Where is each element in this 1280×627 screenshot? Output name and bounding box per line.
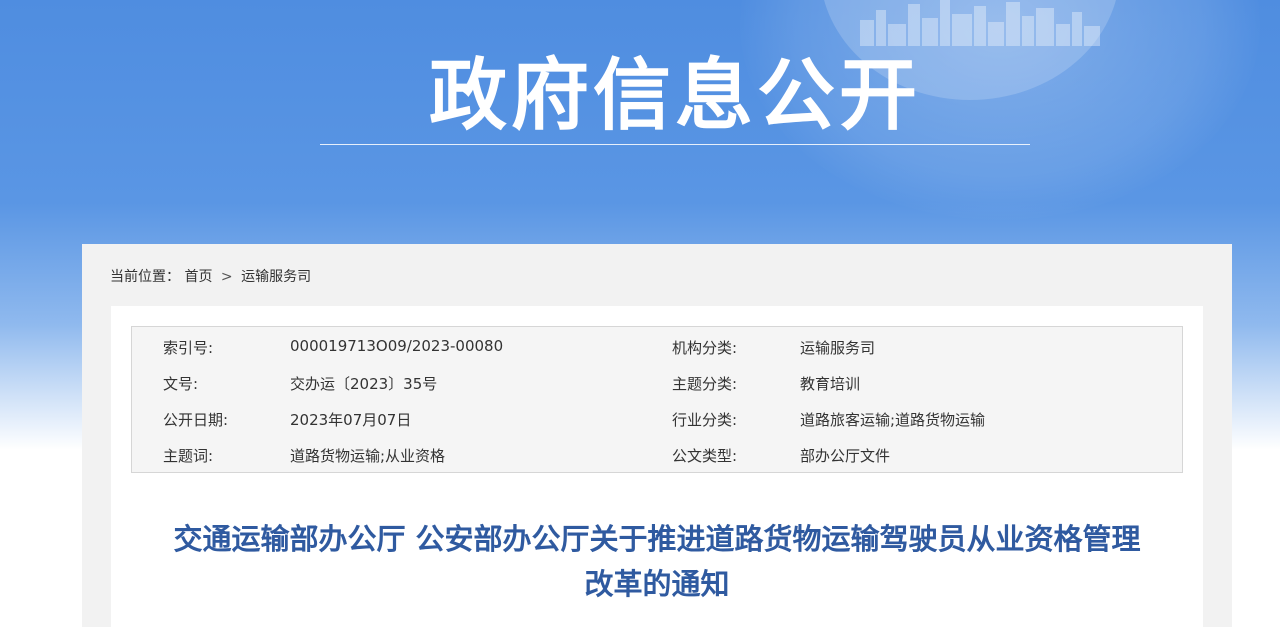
meta-label-index: 索引号: — [163, 339, 214, 357]
banner-title: 政府信息公开 — [428, 51, 921, 141]
document-title-line1: 交通运输部办公厅 公安部办公厅关于推进道路货物运输驾驶员从业资格管理 — [173, 522, 1141, 556]
meta-label-doc-number: 文号: — [163, 375, 199, 393]
meta-value-publish-date: 2023年07月07日 — [290, 411, 412, 429]
document-title-line2: 改革的通知 — [584, 567, 730, 601]
meta-value-agency: 运输服务司 — [800, 339, 876, 357]
meta-value-industry: 道路旅客运输;道路货物运输 — [800, 411, 986, 429]
meta-value-topic: 教育培训 — [800, 375, 861, 393]
meta-label-keywords: 主题词: — [163, 447, 214, 465]
meta-label-doc-type: 公文类型: — [672, 447, 738, 465]
meta-label-agency: 机构分类: — [672, 339, 738, 357]
banner-divider — [320, 144, 1030, 145]
breadcrumb-home-link[interactable]: 首页 — [184, 269, 212, 285]
content-panel: 当前位置： 首页 > 运输服务司 索引号: 000019713O09/2023-… — [82, 244, 1232, 627]
breadcrumb-prefix: 当前位置： — [110, 269, 180, 285]
breadcrumb: 当前位置： 首页 > 运输服务司 — [110, 266, 311, 286]
meta-value-doc-type: 部办公厅文件 — [800, 447, 891, 465]
document-meta-table: 索引号: 000019713O09/2023-00080 机构分类: 运输服务司… — [131, 326, 1183, 473]
document-title: 交通运输部办公厅 公安部办公厅关于推进道路货物运输驾驶员从业资格管理 改革的通知 — [111, 517, 1203, 607]
meta-label-publish-date: 公开日期: — [163, 411, 229, 429]
breadcrumb-current-link[interactable]: 运输服务司 — [241, 269, 311, 285]
breadcrumb-separator: > — [220, 269, 233, 285]
city-skyline-graphic — [860, 0, 1100, 46]
meta-value-index: 000019713O09/2023-00080 — [290, 337, 504, 355]
meta-value-keywords: 道路货物运输;从业资格 — [290, 447, 446, 465]
meta-value-doc-number: 交办运〔2023〕35号 — [290, 375, 438, 393]
meta-label-industry: 行业分类: — [672, 411, 738, 429]
document-card: 索引号: 000019713O09/2023-00080 机构分类: 运输服务司… — [111, 306, 1203, 627]
meta-label-topic: 主题分类: — [672, 375, 738, 393]
